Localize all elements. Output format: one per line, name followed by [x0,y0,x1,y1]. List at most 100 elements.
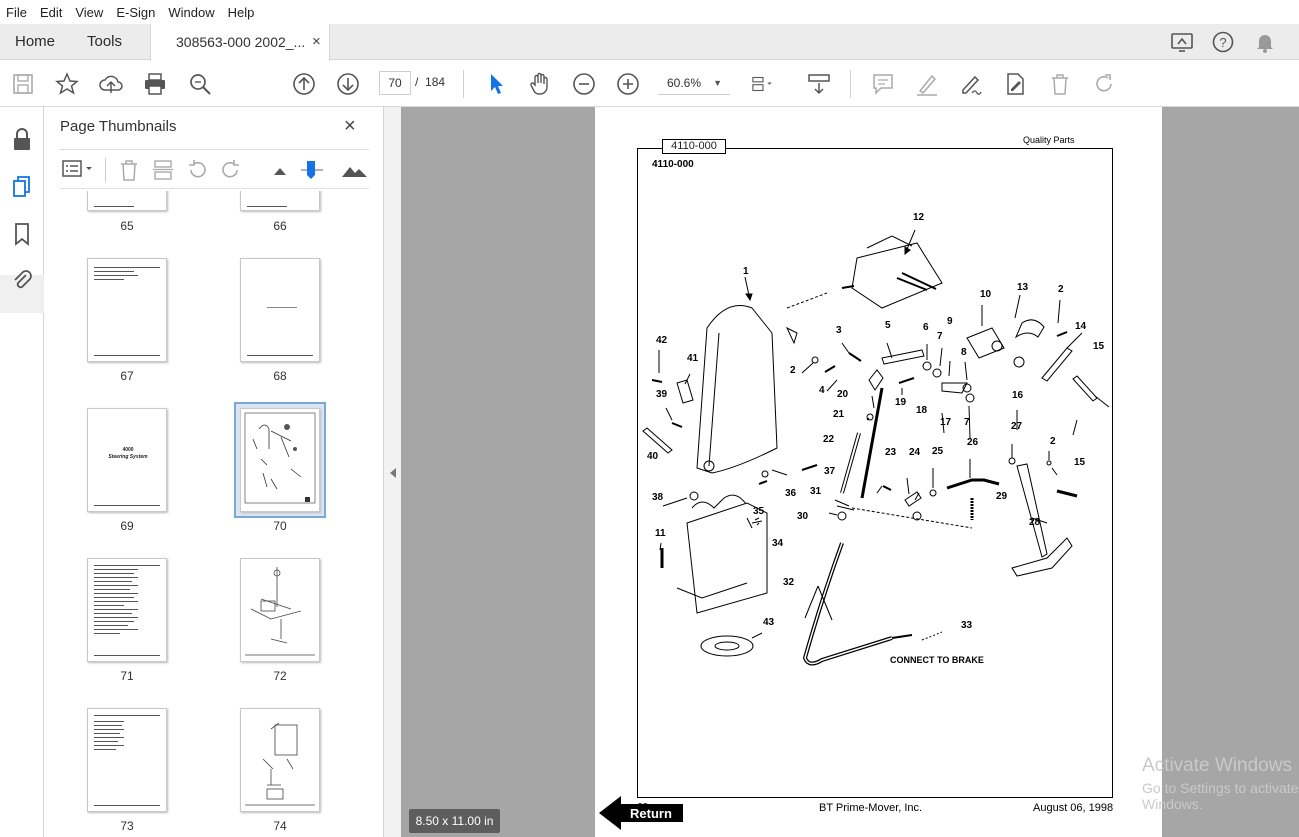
callout-number: 13 [1017,282,1029,293]
tab-document[interactable]: 308563-000 2002_... × [150,24,330,61]
save-icon[interactable] [10,71,36,97]
page-footer-company: BT Prime-Mover, Inc. [819,802,923,814]
callout-number: 35 [753,506,765,517]
return-button[interactable]: Return [599,796,683,830]
callout-number: 27 [1011,421,1023,432]
comment-icon[interactable] [870,71,896,97]
page-size-badge: 8.50 x 11.00 in [409,809,500,833]
callout-number: 4 [819,385,825,396]
print-icon[interactable] [142,71,168,97]
delete-trash-icon[interactable] [1047,71,1073,97]
thumbnail-options-icon[interactable] [61,158,97,180]
menu-edit[interactable]: Edit [40,5,62,20]
thumbnail-page[interactable] [240,708,320,812]
lock-icon[interactable] [11,127,33,153]
zoom-search-icon[interactable] [187,71,213,97]
chevron-down-icon: ▼ [713,78,722,88]
callout-number: 36 [785,488,797,499]
callout-number: 7 [937,331,943,342]
callout-number: 14 [1075,321,1087,332]
panel-close-button[interactable]: × [344,115,356,138]
scroll-mode-icon[interactable] [806,71,832,97]
thumbnail-label: 66 [273,219,287,233]
page-footer-date: August 06, 1998 [1033,802,1114,814]
parts-diagram [642,229,1110,666]
page-thumbnails-icon[interactable] [11,175,33,201]
highlight-pen-icon[interactable] [914,71,940,97]
callout-number: 15 [1074,457,1086,468]
zoom-in-icon[interactable] [615,71,641,97]
callout-number: 22 [823,434,835,445]
zoom-out-icon[interactable] [571,71,597,97]
thumbnail-page[interactable] [87,258,167,362]
thumbnail-page[interactable] [240,258,320,362]
bookmarks-icon[interactable] [11,221,33,247]
thumbnail-page[interactable]: 4000 Steering System [87,408,167,512]
menu-window[interactable]: Window [168,5,214,20]
callout-number: 2 [1050,436,1056,447]
callout-number: 31 [810,486,822,497]
panel-title: Page Thumbnails [60,118,177,135]
page-fit-icon[interactable] [750,71,776,97]
attachments-icon[interactable] [11,267,33,293]
thumbnail-large-icon[interactable] [341,158,369,182]
thumbnail-page[interactable] [240,558,320,662]
callout-number: 2 [790,365,796,376]
tab-close-button[interactable]: × [312,33,321,50]
zoom-level-select[interactable]: 60.6% ▼ [658,71,730,95]
extract-page-icon[interactable] [151,158,175,182]
bookmark-star-icon[interactable] [54,71,80,97]
menu-help[interactable]: Help [228,5,255,20]
next-page-icon[interactable] [335,71,361,97]
callout-number: 32 [783,577,795,588]
share-screen-icon[interactable] [1169,30,1195,54]
ptb-divider [105,158,106,182]
page-number-input[interactable]: 70 [379,71,411,95]
select-cursor-icon[interactable] [483,71,509,97]
help-icon[interactable]: ? [1211,30,1235,54]
page-total: / 184 [415,75,446,89]
callout-number: 19 [895,397,907,408]
document-viewer[interactable]: Quality Parts 4110-000 4110-000 12 1 13 … [401,107,1299,837]
tab-tools[interactable]: Tools [87,33,122,50]
callout-number: 12 [913,212,925,223]
left-rail [0,107,44,837]
thumbnail-page[interactable] [87,708,167,812]
cloud-upload-icon[interactable] [98,71,124,97]
callout-number: 20 [837,389,849,400]
menu-view[interactable]: View [75,5,103,20]
thumbnail-page[interactable] [87,558,167,662]
panel-splitter[interactable] [383,107,401,837]
thumbnail-page-selected[interactable] [240,408,320,512]
thumbnail-small-icon[interactable] [271,158,289,182]
callout-number: 11 [655,528,666,539]
connect-to-brake-label: CONNECT TO BRAKE [890,655,984,665]
thumbnail-page[interactable] [87,191,167,211]
rotate-right-icon[interactable] [219,158,243,182]
toolbar-divider [463,70,464,98]
page-thumbnails-panel: Page Thumbnails × 65 66 67 68 4000 Steer… [45,107,417,837]
callout-number: 15 [1093,341,1105,352]
callout-number: 10 [980,289,992,300]
thumbnail-size-slider-icon[interactable] [299,158,325,182]
previous-page-icon[interactable] [291,71,317,97]
thumbnail-label: 67 [120,369,134,383]
menu-file[interactable]: File [6,5,27,20]
edit-document-icon[interactable] [1002,71,1028,97]
draw-sign-icon[interactable] [958,71,984,97]
menu-esign[interactable]: E-Sign [116,5,155,20]
thumbnail-page[interactable] [240,191,320,211]
callout-number: 17 [940,417,952,428]
delete-page-icon[interactable] [117,158,141,182]
redo-icon[interactable] [1091,71,1117,97]
tab-home[interactable]: Home [15,33,55,50]
hand-pan-icon[interactable] [527,71,553,97]
rotate-left-icon[interactable] [185,158,209,182]
notification-bell-icon[interactable] [1253,30,1277,54]
callout-number: 23 [885,447,897,458]
thumbnail-label: 71 [120,669,134,683]
callout-number: 5 [885,320,891,331]
collapse-panel-icon[interactable] [389,467,397,479]
callout-number: 29 [996,491,1008,502]
thumbnail-label: 72 [273,669,287,683]
